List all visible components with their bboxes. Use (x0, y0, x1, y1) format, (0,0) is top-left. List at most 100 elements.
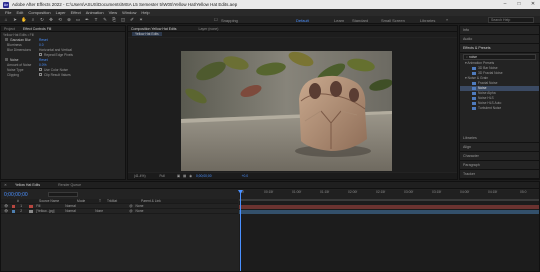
fx-toggle-icon[interactable] (5, 57, 8, 61)
menu-file[interactable]: File (5, 9, 11, 16)
layer-trkmat-select[interactable]: None (95, 209, 129, 213)
layer-duration-bar-image[interactable] (239, 210, 539, 214)
work-area-bar[interactable] (239, 199, 539, 201)
reset-link[interactable]: Reset (39, 38, 48, 42)
effects-search-input[interactable]: noise (469, 55, 477, 59)
parent-pickwhip-icon[interactable]: @ (129, 204, 132, 208)
blur-dimensions-select[interactable]: Horizontal and Vertical (39, 48, 72, 52)
tab-layer[interactable]: Layer (none) (199, 27, 219, 31)
menu-bar: File Edit Composition Layer Effect Anima… (0, 9, 540, 16)
pan-behind-tool-icon[interactable]: ⊕ (66, 17, 72, 23)
workspace-small-screen[interactable]: Small Screen (381, 18, 405, 23)
timeline-graph-area[interactable]: 0f 00:15f 01:00f 01:15f 02:00f 02:15f 03… (238, 190, 539, 271)
rotate-tool-icon[interactable]: ⟲ (57, 17, 63, 23)
menu-edit[interactable]: Edit (16, 9, 23, 16)
effects-presets-header[interactable]: Effects & Presets (460, 44, 539, 53)
blurriness-value[interactable]: 0.0 (39, 43, 44, 47)
reset-link[interactable]: Reset (39, 58, 48, 62)
info-panel-header[interactable]: Info (460, 26, 539, 35)
current-timecode[interactable]: 0;00;00;00 (4, 192, 28, 198)
type-tool-icon[interactable]: T (93, 17, 99, 23)
tab-render-queue[interactable]: Render Queue (58, 183, 81, 187)
close-button[interactable]: ✕ (526, 0, 540, 9)
menu-composition[interactable]: Composition (28, 9, 50, 16)
tree-item[interactable]: Turbulent Noise (460, 106, 539, 111)
layer-parent-select[interactable]: None (136, 204, 144, 208)
timeline-panel: ✕ Yellow Hat Edits Render Queue 0;00;00;… (0, 181, 540, 272)
search-help-input[interactable]: Search Help (488, 17, 534, 23)
ruler-tick: 05:0 (520, 190, 527, 194)
repeat-edge-checkbox[interactable] (39, 53, 42, 56)
effect-icon (472, 101, 476, 105)
zoom-tool-icon[interactable]: ⌕ (30, 17, 36, 23)
menu-animation[interactable]: Animation (86, 9, 104, 16)
layer-name[interactable]: [Yellow...jpg] (36, 209, 65, 213)
layer-parent-select[interactable]: None (136, 209, 144, 213)
workspace-default[interactable]: Default (296, 18, 309, 23)
hand-tool-icon[interactable]: ✋ (21, 17, 27, 23)
maximize-button[interactable]: □ (512, 0, 526, 9)
roto-brush-tool-icon[interactable]: ✐ (129, 17, 135, 23)
layer-search-input[interactable] (47, 192, 78, 197)
workspace-overflow-icon[interactable]: » (446, 17, 448, 22)
paragraph-panel-header[interactable]: Paragraph (460, 161, 539, 170)
layer-color-label-icon[interactable] (12, 204, 16, 208)
tab-effect-controls[interactable]: Effect Controls Fill (23, 27, 51, 31)
zoom-select[interactable]: (41.4%) (134, 174, 146, 178)
layer-mode-select[interactable]: Normal (65, 204, 87, 208)
audio-panel-header[interactable]: Audio (460, 35, 539, 44)
snapping-checkbox-icon[interactable]: ☐ (214, 17, 218, 22)
amount-of-noise-value[interactable]: 0.0% (39, 63, 47, 67)
playhead-cti[interactable] (240, 190, 241, 271)
snapping-label[interactable]: Snapping (221, 18, 238, 23)
menu-layer[interactable]: Layer (56, 9, 66, 16)
menu-help[interactable]: Help (141, 9, 149, 16)
menu-window[interactable]: Window (122, 9, 136, 16)
visibility-eye-icon[interactable]: 👁 (4, 204, 8, 208)
eraser-tool-icon[interactable]: ◫ (120, 17, 126, 23)
clip-result-checkbox[interactable] (39, 73, 42, 76)
workspace-learn[interactable]: Learn (334, 18, 344, 23)
libraries-panel-header[interactable]: Libraries (460, 134, 539, 143)
menu-view[interactable]: View (109, 9, 118, 16)
visibility-eye-icon[interactable]: 👁 (4, 209, 8, 213)
rectangle-tool-icon[interactable]: ▭ (75, 17, 81, 23)
time-ruler[interactable]: 0f 00:15f 01:00f 01:15f 02:00f 02:15f 03… (239, 190, 539, 199)
timeline-close-icon[interactable]: ✕ (4, 183, 7, 187)
orbit-tool-icon[interactable]: ↻ (39, 17, 45, 23)
tracker-panel-header[interactable]: Tracker (460, 170, 539, 179)
brush-tool-icon[interactable]: ✎ (102, 17, 108, 23)
puppet-tool-icon[interactable]: ✶ (138, 17, 144, 23)
menu-effect[interactable]: Effect (71, 9, 81, 16)
tab-composition[interactable]: Composition Yellow Hat Edits (131, 27, 177, 31)
resolution-select[interactable]: Full (160, 174, 165, 178)
pen-tool-icon[interactable]: ✒ (84, 17, 90, 23)
fx-toggle-icon[interactable] (5, 37, 8, 41)
region-of-interest-icon[interactable]: ▣ (177, 174, 180, 178)
tree-item-label: 3D Fractal Noise (478, 71, 503, 75)
tab-project[interactable]: Project (4, 27, 15, 31)
move-tool-icon[interactable]: ✥ (48, 17, 54, 23)
selection-tool-icon[interactable]: ➤ (12, 17, 18, 23)
snapshot-icon[interactable]: ◉ (189, 174, 192, 178)
comp-subtab[interactable]: Yellow Hat Edits (132, 32, 162, 36)
exposure-value[interactable]: +0.0 (242, 174, 249, 178)
layer-duration-bar-fill[interactable] (239, 205, 539, 209)
home-icon[interactable]: ⌂ (3, 17, 9, 23)
layer-color-label-icon[interactable] (12, 209, 16, 213)
transparency-grid-icon[interactable]: ▦ (183, 174, 186, 178)
layer-name[interactable]: Fill (36, 204, 65, 208)
color-noise-checkbox[interactable] (39, 68, 42, 71)
viewer-timecode[interactable]: 0;00;00;00 (196, 174, 212, 178)
character-panel-header[interactable]: Character (460, 152, 539, 161)
workspace-standard[interactable]: Standard (352, 18, 368, 23)
timeline-layer-row[interactable]: 👁 2 [Yellow...jpg] Normal None @ None (1, 209, 238, 214)
align-panel-header[interactable]: Align (460, 143, 539, 152)
clone-stamp-tool-icon[interactable]: ⎘ (111, 17, 117, 23)
minimize-button[interactable]: – (498, 0, 512, 9)
layer-mode-select[interactable]: Normal (65, 209, 87, 213)
workspace-libraries[interactable]: Libraries (420, 18, 435, 23)
tab-timeline-comp[interactable]: Yellow Hat Edits (15, 183, 40, 187)
ruler-tick: 00:15f (264, 190, 274, 194)
parent-pickwhip-icon[interactable]: @ (129, 209, 132, 213)
